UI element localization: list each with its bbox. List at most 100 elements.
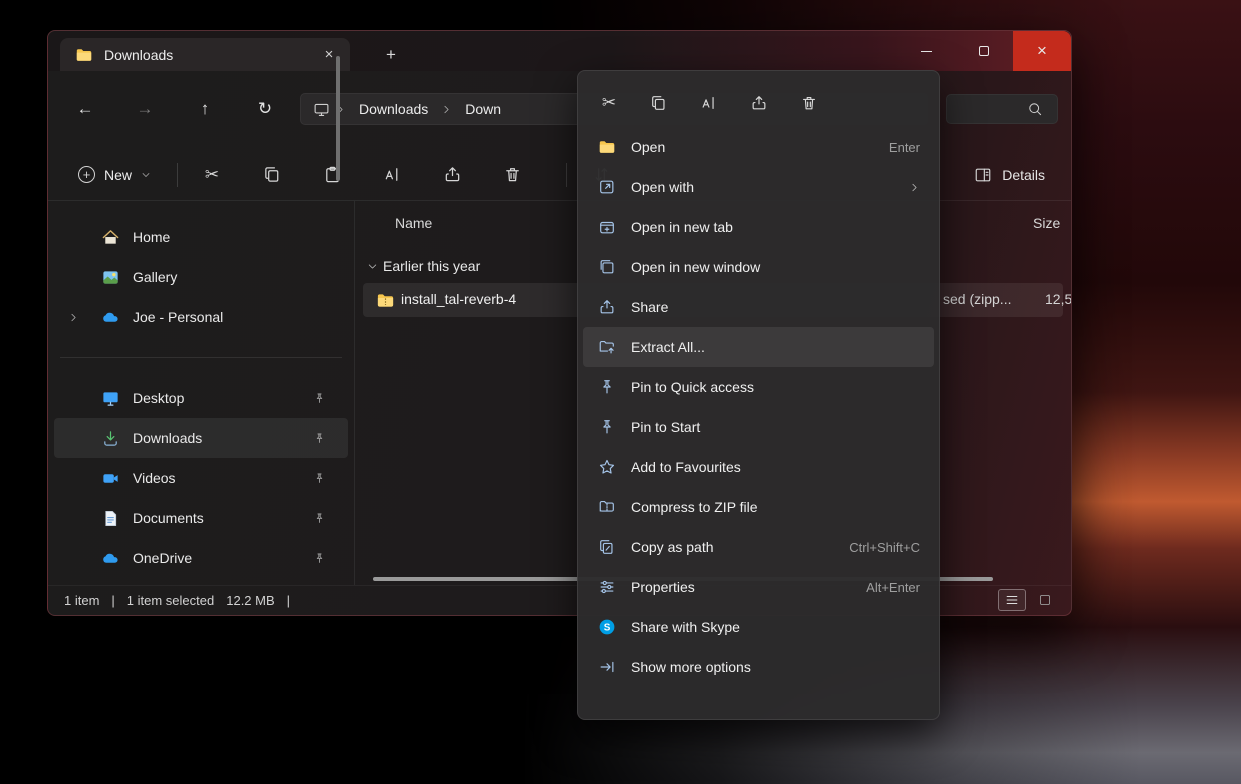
menu-item-copy-as-path[interactable]: Copy as path Ctrl+Shift+C — [583, 527, 934, 567]
menu-item-label: Properties — [631, 579, 695, 595]
thumbnail-view-button[interactable] — [1031, 589, 1059, 611]
menu-item-label: Open in new window — [631, 259, 760, 275]
status-separator: | — [287, 593, 290, 608]
navigation-pane: Home Gallery Joe - Personal Desktop — [48, 201, 354, 585]
menu-item-pin-quick-access[interactable]: Pin to Quick access — [583, 367, 934, 407]
delete-button[interactable] — [790, 86, 828, 120]
menu-item-extract-all[interactable]: Extract All... — [583, 327, 934, 367]
toolbar-separator — [177, 163, 178, 187]
this-pc-icon — [311, 99, 331, 119]
show-more-icon — [597, 657, 617, 677]
status-separator: | — [111, 593, 114, 608]
desktop-icon — [100, 388, 120, 408]
refresh-button[interactable]: ↻ — [248, 92, 282, 126]
copy-button[interactable] — [252, 157, 292, 193]
sidebar-item-label: Home — [133, 229, 170, 245]
chevron-right-icon[interactable] — [68, 312, 79, 323]
maximize-icon — [979, 46, 989, 56]
sidebar-item-gallery[interactable]: Gallery — [54, 257, 348, 297]
search-box[interactable] — [946, 94, 1058, 124]
tab-downloads[interactable]: Downloads × — [60, 38, 350, 71]
submenu-chevron-icon — [909, 182, 920, 193]
sidebar-scrollbar[interactable] — [336, 56, 340, 181]
share-button[interactable] — [740, 86, 778, 120]
open-with-icon — [597, 177, 617, 197]
menu-item-shortcut: Enter — [889, 140, 920, 155]
sidebar-item-downloads[interactable]: Downloads — [54, 418, 348, 458]
menu-item-share[interactable]: Share — [583, 287, 934, 327]
file-size-truncated: 12,5 — [1045, 291, 1071, 307]
new-tab-button[interactable]: + — [378, 43, 404, 67]
menu-item-pin-to-start[interactable]: Pin to Start — [583, 407, 934, 447]
menu-item-show-more-options[interactable]: Show more options — [583, 647, 934, 687]
properties-icon — [597, 577, 617, 597]
sidebar-item-documents[interactable]: Documents — [54, 498, 348, 538]
downloads-icon — [100, 428, 120, 448]
sidebar-item-videos[interactable]: Videos — [54, 458, 348, 498]
maximize-button[interactable] — [955, 31, 1013, 71]
details-view-button[interactable] — [998, 589, 1026, 611]
menu-item-shortcut: Ctrl+Shift+C — [849, 540, 920, 555]
rename-button[interactable] — [690, 86, 728, 120]
menu-item-open[interactable]: Open Enter — [583, 127, 934, 167]
breadcrumb-downloads[interactable]: Downloads — [350, 101, 437, 117]
share-button[interactable] — [432, 157, 472, 193]
close-button[interactable]: × — [1013, 31, 1071, 71]
menu-item-add-favourites[interactable]: Add to Favourites — [583, 447, 934, 487]
menu-item-share-skype[interactable]: S Share with Skype — [583, 607, 934, 647]
cut-button[interactable]: ✂ — [192, 157, 232, 193]
sidebar-item-label: Documents — [133, 510, 204, 526]
minimize-button[interactable] — [897, 31, 955, 71]
forward-button[interactable]: → — [128, 92, 162, 126]
new-button[interactable]: + New — [66, 157, 163, 193]
breadcrumb-current[interactable]: Down — [456, 101, 510, 117]
rename-button[interactable] — [372, 157, 412, 193]
delete-button[interactable] — [492, 157, 532, 193]
column-header-name[interactable]: Name — [395, 215, 432, 231]
copy-button[interactable] — [640, 86, 678, 120]
paste-button[interactable] — [312, 157, 352, 193]
zip-icon — [597, 497, 617, 517]
selection-size: 12.2 MB — [226, 593, 274, 608]
menu-item-label: Pin to Start — [631, 419, 700, 435]
minimize-icon — [921, 51, 932, 52]
menu-item-label: Open in new tab — [631, 219, 733, 235]
chevron-right-icon — [441, 104, 452, 115]
menu-item-properties[interactable]: Properties Alt+Enter — [583, 567, 934, 607]
copy-path-icon — [597, 537, 617, 557]
menu-item-open-with[interactable]: Open with — [583, 167, 934, 207]
folder-icon — [597, 137, 617, 157]
menu-item-compress-zip[interactable]: Compress to ZIP file — [583, 487, 934, 527]
sidebar-item-onedrive-personal[interactable]: Joe - Personal — [54, 297, 348, 337]
group-label: Earlier this year — [383, 258, 480, 274]
sidebar-item-home[interactable]: Home — [54, 217, 348, 257]
toolbar-separator — [566, 163, 567, 187]
context-menu: ✂ Open Enter Open with Open in new tab — [577, 70, 940, 720]
chevron-down-icon[interactable] — [367, 261, 378, 272]
documents-icon — [100, 508, 120, 528]
menu-item-open-new-window[interactable]: Open in new window — [583, 247, 934, 287]
menu-item-label: Copy as path — [631, 539, 714, 555]
sidebar-item-onedrive[interactable]: OneDrive — [54, 538, 348, 578]
menu-item-open-new-tab[interactable]: Open in new tab — [583, 207, 934, 247]
up-button[interactable]: ↑ — [188, 92, 222, 126]
details-label: Details — [1002, 167, 1045, 183]
pin-icon — [597, 377, 617, 397]
open-new-window-icon — [597, 257, 617, 277]
chevron-down-icon — [141, 170, 151, 180]
details-pane-button[interactable]: Details — [963, 157, 1055, 193]
cut-button[interactable]: ✂ — [590, 86, 628, 120]
sidebar-item-label: Joe - Personal — [133, 309, 223, 325]
new-label: New — [104, 167, 132, 183]
menu-item-label: Extract All... — [631, 339, 705, 355]
menu-item-shortcut: Alt+Enter — [866, 580, 920, 595]
column-header-size[interactable]: Size — [1033, 215, 1060, 231]
file-type-truncated: sed (zipp... — [943, 291, 1011, 307]
plus-icon: + — [78, 166, 95, 183]
zip-folder-icon — [375, 290, 395, 310]
back-button[interactable]: ← — [68, 92, 102, 126]
svg-text:S: S — [604, 622, 611, 633]
menu-item-label: Show more options — [631, 659, 751, 675]
sidebar-item-desktop[interactable]: Desktop — [54, 378, 348, 418]
pin-icon — [313, 512, 326, 525]
